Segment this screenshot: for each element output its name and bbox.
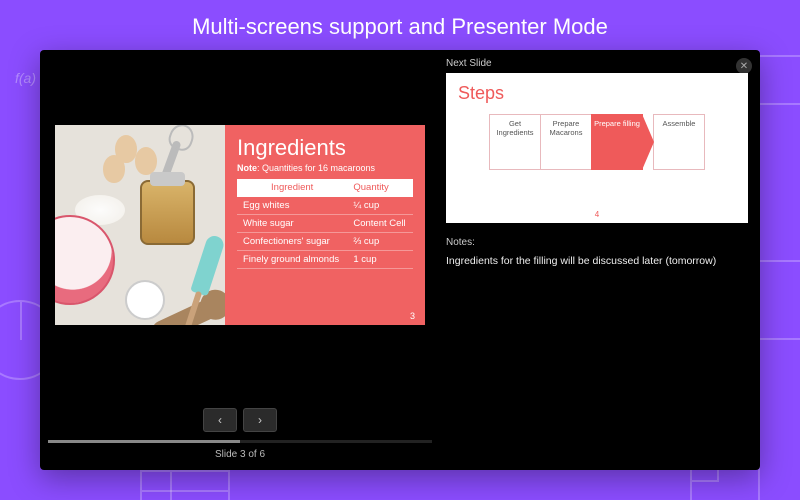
presenter-side-pane: Next Slide Steps Get Ingredients Prepare…	[440, 50, 760, 470]
step-box: Assemble	[653, 114, 705, 170]
table-row: Egg whites¼ cup	[237, 197, 413, 215]
bg-doodle	[140, 470, 230, 500]
prev-slide-button[interactable]: ‹	[203, 408, 237, 432]
cell: ⅔ cup	[347, 233, 413, 251]
step-box: Prepare Macarons	[540, 114, 592, 170]
col-header: Quantity	[347, 179, 413, 197]
current-slide-pane: Ingredients Note: Quantities for 16 maca…	[40, 50, 440, 470]
notes-label: Notes:	[446, 237, 748, 248]
slide-nav: ‹ ›	[40, 400, 440, 440]
ingredients-table: Ingredient Quantity Egg whites¼ cup Whit…	[237, 179, 413, 269]
note-label: Note	[237, 163, 257, 173]
slide-content: Ingredients Note: Quantities for 16 maca…	[225, 125, 425, 325]
next-slide-preview[interactable]: Steps Get Ingredients Prepare Macarons P…	[446, 73, 748, 223]
cell: Content Cell	[347, 215, 413, 233]
chevron-left-icon: ‹	[218, 413, 222, 427]
cell: White sugar	[237, 215, 347, 233]
current-slide-area: Ingredients Note: Quantities for 16 maca…	[40, 50, 440, 400]
close-button[interactable]: ✕	[736, 58, 752, 74]
step-box: Get Ingredients	[489, 114, 541, 170]
chevron-right-icon: ›	[258, 413, 262, 427]
app-background: f(a) Multi-screens support and Presenter…	[0, 0, 800, 500]
progress-bar	[48, 440, 240, 443]
table-row: Confectioners' sugar⅔ cup	[237, 233, 413, 251]
slide-number: 3	[410, 311, 415, 321]
step-box-active: Prepare filling	[591, 114, 643, 170]
close-icon: ✕	[740, 61, 748, 72]
table-row: White sugarContent Cell	[237, 215, 413, 233]
cell: ¼ cup	[347, 197, 413, 215]
col-header: Ingredient	[237, 179, 347, 197]
note-text: : Quantities for 16 macaroons	[257, 163, 375, 173]
marketing-headline: Multi-screens support and Presenter Mode	[0, 14, 800, 40]
cell: Finely ground almonds	[237, 251, 347, 269]
slide-photo	[55, 125, 225, 325]
cell: Confectioners' sugar	[237, 233, 347, 251]
table-row: Finely ground almonds1 cup	[237, 251, 413, 269]
next-slide-number: 4	[595, 210, 599, 219]
next-slide-title: Steps	[458, 83, 736, 104]
cell: Egg whites	[237, 197, 347, 215]
presenter-window: ✕ Ingredients	[40, 50, 760, 470]
progress-track[interactable]	[48, 440, 432, 443]
slide-counter: Slide 3 of 6	[40, 443, 440, 470]
next-slide-button[interactable]: ›	[243, 408, 277, 432]
slide-note: Note: Quantities for 16 macaroons	[237, 163, 413, 173]
current-slide[interactable]: Ingredients Note: Quantities for 16 maca…	[55, 125, 425, 325]
presenter-notes: Ingredients for the filling will be disc…	[446, 254, 748, 458]
slide-title: Ingredients	[237, 135, 413, 161]
cell: 1 cup	[347, 251, 413, 269]
next-slide-label: Next Slide	[446, 58, 748, 69]
steps-diagram: Get Ingredients Prepare Macarons Prepare…	[458, 114, 736, 170]
